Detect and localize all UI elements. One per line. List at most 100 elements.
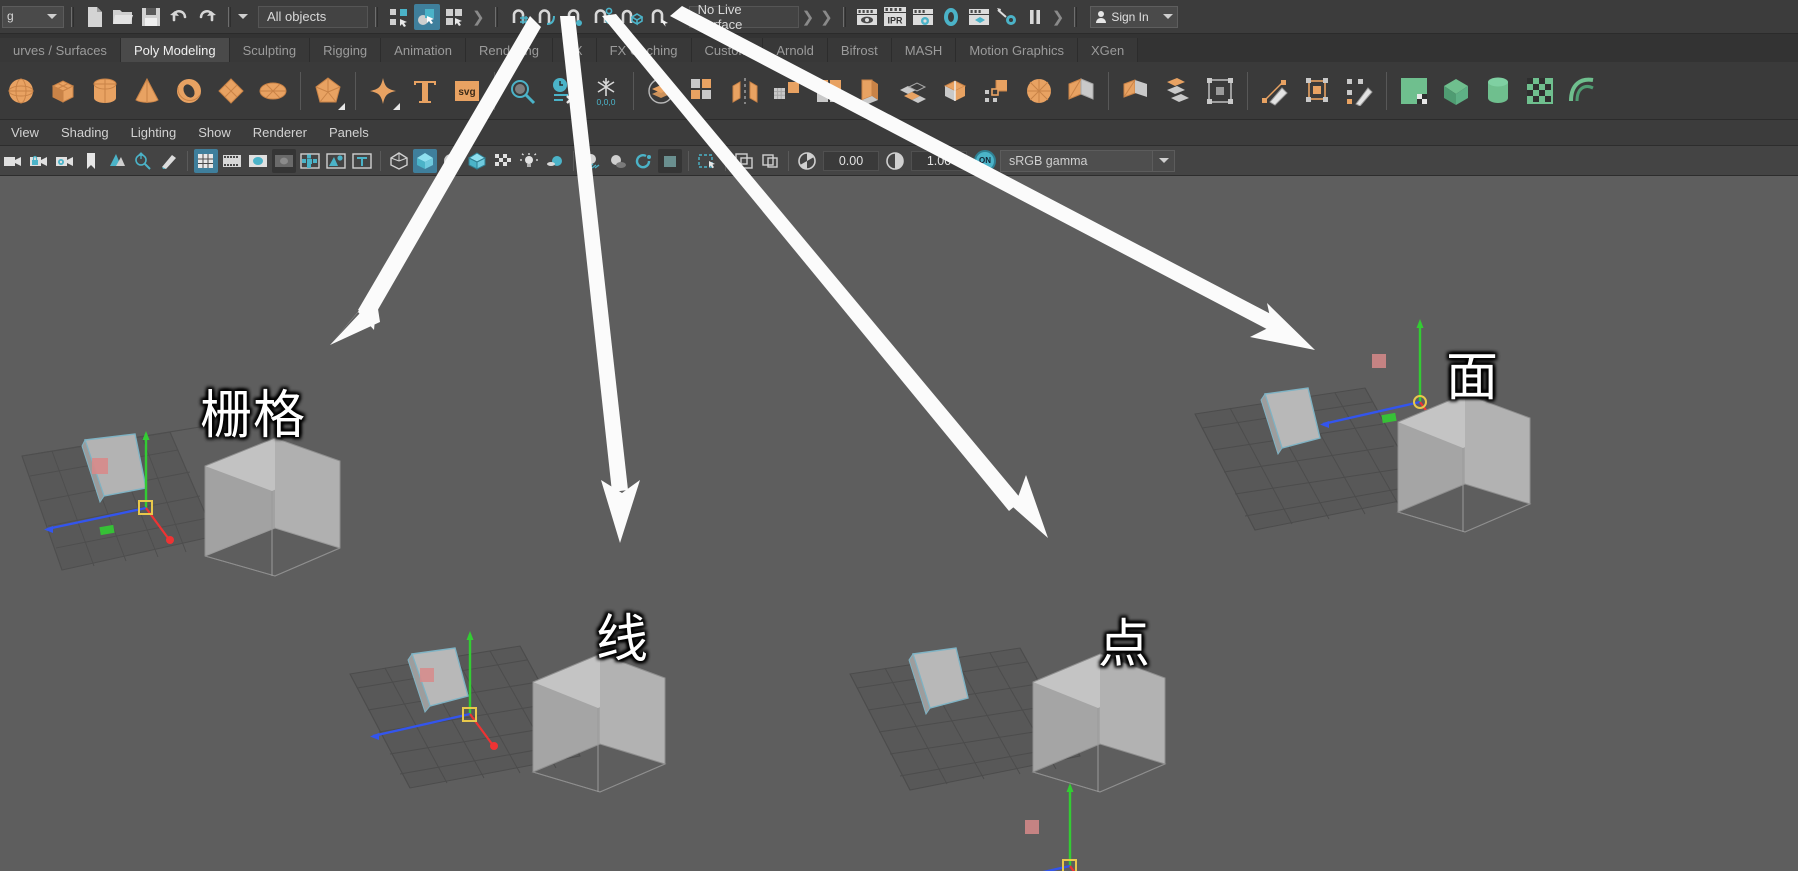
duplicate-face-icon[interactable] — [1061, 69, 1101, 113]
toolbar-grip-6[interactable] — [1073, 6, 1078, 28]
textured-icon[interactable] — [491, 149, 515, 173]
panel-menu-renderer[interactable]: Renderer — [242, 125, 318, 140]
gamma-icon[interactable] — [883, 149, 907, 173]
shadows-icon[interactable] — [580, 149, 604, 173]
resolution-gate-icon[interactable] — [246, 149, 270, 173]
slide-edge-icon[interactable] — [1297, 69, 1337, 113]
poly-super-shape-icon[interactable] — [363, 69, 403, 113]
expand-history-icon[interactable]: ❯ — [820, 8, 833, 26]
panel-menu-view[interactable]: View — [0, 125, 50, 140]
poly-cube-icon[interactable] — [43, 69, 83, 113]
sign-in-button[interactable]: Sign In — [1090, 6, 1178, 28]
motion-blur-icon[interactable] — [632, 149, 656, 173]
exposure-icon[interactable] — [795, 149, 819, 173]
snap-to-point-icon[interactable] — [562, 4, 588, 30]
render-view-icon[interactable] — [966, 4, 992, 30]
open-scene-icon[interactable] — [110, 4, 136, 30]
combine-icon[interactable] — [641, 69, 681, 113]
sculpt-reference-icon[interactable] — [502, 69, 542, 113]
uv-unfold-icon[interactable] — [1562, 69, 1602, 113]
poly-cylinder-icon[interactable] — [85, 69, 125, 113]
poke-face-icon[interactable] — [1158, 69, 1198, 113]
xray-joints-icon[interactable] — [298, 149, 322, 173]
grease-pencil-icon[interactable] — [157, 149, 181, 173]
uv-cylindrical-icon[interactable] — [1478, 69, 1518, 113]
selection-mask-field[interactable]: All objects — [258, 6, 368, 28]
shelf-tab-fx-caching[interactable]: FX Caching — [597, 38, 692, 62]
toolbar-grip-4[interactable] — [494, 6, 499, 28]
gamma-value[interactable]: 1.00 — [911, 151, 967, 171]
camera-attributes-icon[interactable] — [53, 149, 77, 173]
image-plane-icon[interactable] — [105, 149, 129, 173]
target-weld-icon[interactable] — [977, 69, 1017, 113]
sculpt-tool-icon[interactable] — [1255, 69, 1295, 113]
bridge-icon[interactable] — [893, 69, 933, 113]
selection-mask-chevron-icon[interactable] — [238, 14, 248, 19]
color-management-toggle[interactable]: ON — [974, 150, 996, 172]
film-gate-icon[interactable] — [220, 149, 244, 173]
bake-history-icon[interactable] — [544, 69, 584, 113]
shelf-tab-custom[interactable]: Custom — [692, 38, 764, 62]
bevel-icon[interactable] — [851, 69, 891, 113]
shelf-tab-urves-surfaces[interactable]: urves / Surfaces — [0, 38, 121, 62]
render-current-frame-icon[interactable] — [854, 4, 880, 30]
smooth-shade-all-icon[interactable] — [413, 149, 437, 173]
poly-torus-icon[interactable] — [169, 69, 209, 113]
separate-icon[interactable] — [683, 69, 723, 113]
pause-render-icon[interactable] — [1022, 4, 1048, 30]
shelf-tab-rigging[interactable]: Rigging — [310, 38, 381, 62]
snap-to-projected-center-icon[interactable] — [590, 4, 616, 30]
snap-options-chevron-icon[interactable] — [673, 14, 683, 19]
save-scene-icon[interactable] — [138, 4, 164, 30]
shelf-tab-mash[interactable]: MASH — [892, 38, 957, 62]
render-settings-icon[interactable] — [910, 4, 936, 30]
color-profile-chevron-icon[interactable] — [1152, 151, 1174, 171]
lock-camera-icon[interactable] — [27, 149, 51, 173]
select-by-hierarchy-icon[interactable] — [386, 4, 412, 30]
select-by-component-type-icon[interactable] — [442, 4, 468, 30]
shelf-tab-xgen[interactable]: XGen — [1078, 38, 1138, 62]
shelf-tab-rendering[interactable]: Rendering — [466, 38, 553, 62]
make-live-icon[interactable] — [646, 4, 672, 30]
toolbar-grip-3[interactable] — [374, 6, 379, 28]
paint-select-icon[interactable] — [1339, 69, 1379, 113]
detach-icon[interactable] — [1116, 69, 1156, 113]
panel-menu-panels[interactable]: Panels — [318, 125, 380, 140]
toolbar-grip-2[interactable] — [227, 6, 232, 28]
platonic-solid-icon[interactable] — [308, 69, 348, 113]
use-default-light-icon[interactable] — [517, 149, 541, 173]
toolbar-grip[interactable] — [70, 6, 75, 28]
shelf-overflow-corner-icon[interactable] — [393, 103, 400, 110]
color-profile-select[interactable]: sRGB gamma — [1000, 150, 1175, 172]
ipr-render-icon[interactable]: IPR — [882, 4, 908, 30]
panel-menu-show[interactable]: Show — [187, 125, 242, 140]
expand-live-icon[interactable]: ❯ — [802, 8, 815, 26]
circularize-icon[interactable] — [1019, 69, 1059, 113]
shelf-tab-motion-graphics[interactable]: Motion Graphics — [956, 38, 1078, 62]
menu-set-selector[interactable]: g — [2, 6, 64, 28]
poly-disc-icon[interactable] — [253, 69, 293, 113]
shelf-tab-bifrost[interactable]: Bifrost — [828, 38, 892, 62]
perspective-viewport[interactable]: 栅格 线 点 面 — [0, 176, 1798, 871]
new-scene-icon[interactable] — [82, 4, 108, 30]
panel-menu-lighting[interactable]: Lighting — [120, 125, 188, 140]
live-surface-field[interactable]: No Live Surface — [689, 6, 799, 28]
grid-toggle-icon[interactable] — [194, 149, 218, 173]
undo-icon[interactable] — [166, 4, 192, 30]
expand-render-icon[interactable]: ❯ — [1052, 8, 1065, 26]
shelf-tab-poly-modeling[interactable]: Poly Modeling — [121, 38, 230, 62]
isolate-select-icon[interactable] — [695, 149, 719, 173]
shelf-tab-fx[interactable]: FX — [553, 38, 597, 62]
shelf-overflow-corner-icon[interactable] — [338, 103, 345, 110]
toolbar-grip-5[interactable] — [842, 6, 847, 28]
wireframe-shading-icon[interactable] — [387, 149, 411, 173]
expand-selection-masks-icon[interactable]: ❯ — [472, 8, 485, 26]
quad-draw-icon[interactable] — [1200, 69, 1240, 113]
shelf-tab-sculpting[interactable]: Sculpting — [230, 38, 310, 62]
film-gate-text-icon[interactable] — [350, 149, 374, 173]
uv-editor-icon[interactable] — [1394, 69, 1434, 113]
redo-icon[interactable] — [194, 4, 220, 30]
rendering-flags-icon[interactable] — [994, 4, 1020, 30]
uv-automatic-icon[interactable] — [1520, 69, 1560, 113]
shade-flat-icon[interactable] — [439, 149, 463, 173]
